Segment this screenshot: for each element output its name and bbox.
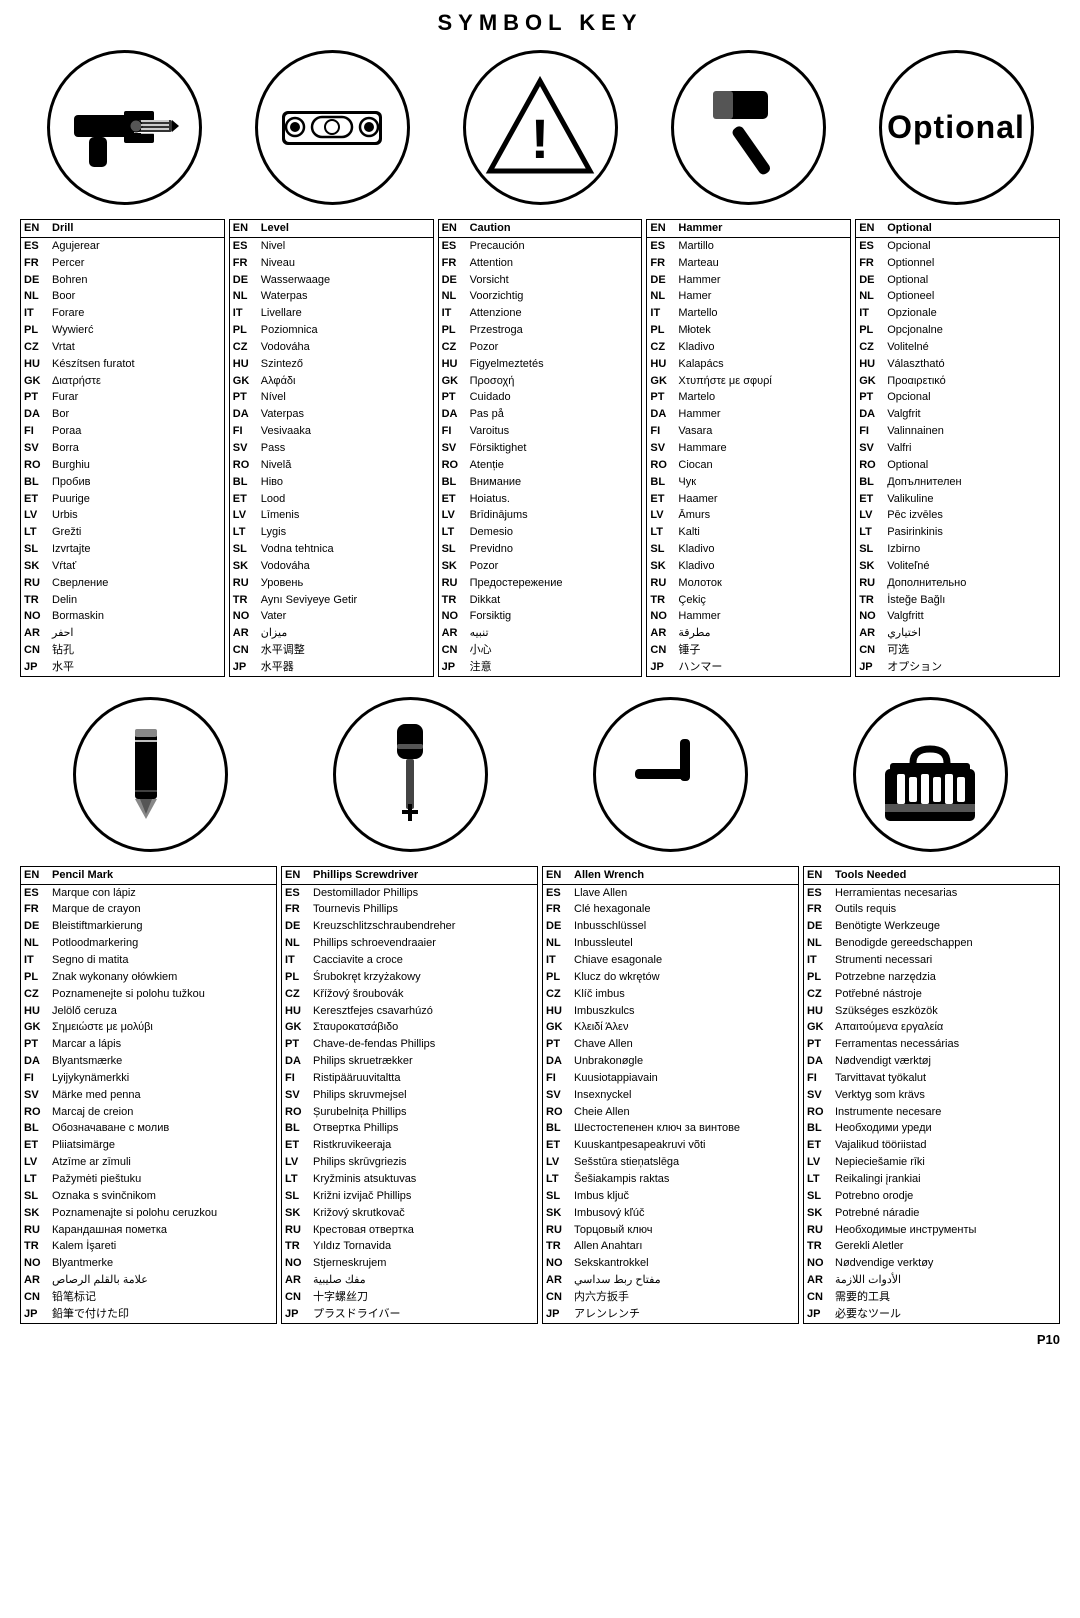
optional-icon: Optional	[879, 50, 1034, 205]
tools-needed-icon	[853, 697, 1008, 852]
optional-table: ENOptional ESOpcional FROptionnel DEOpti…	[855, 219, 1060, 677]
pencil-mark-icon	[73, 697, 228, 852]
drill-table: ENDrill ESAgujerear FRPercer DEBohren NL…	[20, 219, 225, 677]
drill-en-value: Drill	[49, 220, 224, 237]
drill-en-label: EN	[21, 220, 49, 237]
tools-table: ENTools Needed ESHerramientas necesarias…	[803, 866, 1060, 1324]
hammer-icon	[671, 50, 826, 205]
level-table: ENLevel ESNivel FRNiveau DEWasserwaage N…	[229, 219, 434, 677]
caution-icon: !	[463, 50, 618, 205]
caution-table: ENCaution ESPrecaución FRAttention DEVor…	[438, 219, 643, 677]
drill-icon	[47, 50, 202, 205]
level-icon	[255, 50, 410, 205]
opt-label: Optional	[887, 109, 1025, 146]
hammer-table: ENHammer ESMartillo FRMarteau DEHammer N…	[646, 219, 851, 677]
phillips-table: ENPhillips Screwdriver ESDestomillador P…	[281, 866, 538, 1324]
page-title: SYMBOL KEY	[20, 10, 1060, 36]
svg-text:!: !	[531, 107, 550, 170]
page-number: P10	[20, 1332, 1060, 1347]
drill-svg	[69, 73, 179, 183]
phillips-screwdriver-icon	[333, 697, 488, 852]
icons-row-2	[20, 697, 1060, 852]
allen-table: ENAllen Wrench ESLlave Allen FRClé hexag…	[542, 866, 799, 1324]
row1-tables: ENDrill ESAgujerear FRPercer DEBohren NL…	[20, 219, 1060, 677]
row2-tables: ENPencil Mark ESMarque con lápiz FRMarqu…	[20, 866, 1060, 1324]
level-svg	[277, 73, 387, 183]
icons-row-1: ! Optional	[20, 50, 1060, 205]
hammer-svg	[693, 73, 803, 183]
pencil-table: ENPencil Mark ESMarque con lápiz FRMarqu…	[20, 866, 277, 1324]
caution-svg: !	[485, 73, 595, 183]
allen-wrench-icon	[593, 697, 748, 852]
